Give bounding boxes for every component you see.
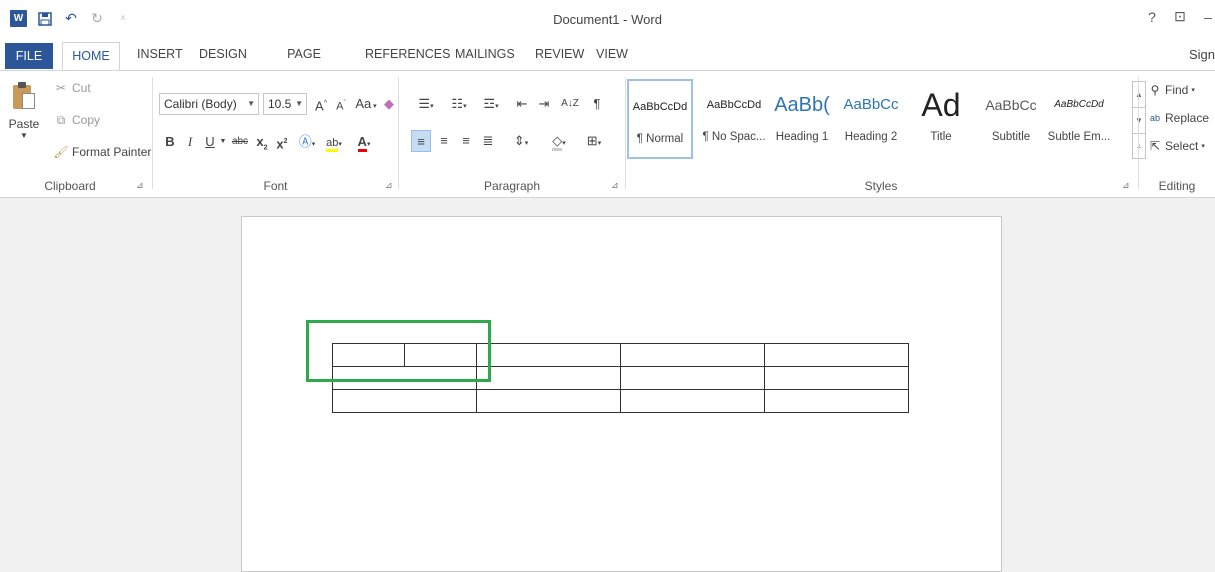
clipboard-group: Paste ▼ ✂ Cut ⧉ Copy 🖌 Format Painter Cl…: [0, 71, 152, 195]
borders-icon[interactable]: ⊞▾: [579, 130, 609, 152]
align-left-icon[interactable]: ≡: [411, 130, 431, 152]
window-controls: ? ⊡ –: [1145, 8, 1215, 25]
format-painter-button[interactable]: 🖌 Format Painter: [53, 145, 152, 159]
decrease-indent-icon[interactable]: ⇤: [512, 93, 532, 115]
table-cell[interactable]: [620, 343, 765, 367]
font-size-value: 10.5: [268, 97, 292, 111]
chevron-down-icon: ▼: [295, 99, 303, 108]
change-case-button[interactable]: Aa ▾: [353, 93, 379, 115]
document-title: Document1 - Word: [553, 12, 662, 27]
increase-indent-icon[interactable]: ⇥: [534, 93, 554, 115]
paste-label: Paste: [8, 117, 40, 131]
chevron-down-icon: ▼: [247, 99, 255, 108]
tab-design[interactable]: DESIGN: [199, 38, 247, 70]
scissors-icon: ✂: [55, 81, 67, 95]
paragraph-group: ☰▾ ☷▾ ☲▾ ⇤ ⇥ A↓Z ¶ ≡ ≡ ≡ ≣ ⇕▾ ◇▾ ⊞▾ Para…: [399, 71, 625, 195]
underline-button[interactable]: U: [203, 131, 217, 153]
ribbon-home: Paste ▼ ✂ Cut ⧉ Copy 🖌 Format Painter Cl…: [0, 70, 1215, 198]
strikethrough-button[interactable]: abc: [229, 131, 251, 153]
minimize-icon[interactable]: –: [1201, 9, 1215, 25]
tab-page-layout[interactable]: PAGE LAYOUT: [266, 38, 342, 93]
numbering-icon[interactable]: ☷▾: [444, 93, 474, 115]
show-formatting-icon[interactable]: ¶: [589, 93, 605, 115]
tab-home[interactable]: HOME: [62, 42, 120, 71]
table-row: [332, 389, 909, 413]
highlight-color-icon[interactable]: ab▾: [321, 131, 347, 153]
paste-dropdown-icon[interactable]: ▼: [8, 131, 40, 140]
line-spacing-icon[interactable]: ⇕▾: [507, 130, 535, 152]
tab-insert[interactable]: INSERT: [137, 38, 183, 70]
table-cell[interactable]: [476, 389, 621, 413]
format-painter-label: Format Painter: [72, 145, 152, 159]
sort-icon[interactable]: A↓Z: [559, 93, 581, 115]
text-effects-icon[interactable]: Ⓐ▾: [296, 131, 318, 153]
tab-view[interactable]: VIEW: [596, 38, 628, 70]
bold-button[interactable]: B: [163, 131, 177, 153]
styles-launcher-icon[interactable]: ⊿: [1122, 180, 1130, 191]
shrink-font-button[interactable]: Aˇ: [333, 93, 349, 115]
subscript-button[interactable]: x2: [254, 131, 270, 153]
sign-in-link[interactable]: Sign: [1189, 47, 1215, 62]
clipboard-label: Clipboard: [44, 179, 96, 193]
font-group: Calibri (Body) ▼ 10.5 ▼ A^ Aˇ Aa ▾ ◆ B I…: [153, 71, 398, 195]
superscript-button[interactable]: x2: [274, 131, 290, 153]
font-size-combo[interactable]: 10.5 ▼: [263, 93, 307, 115]
styles-group: Styles ⊿: [626, 71, 1136, 195]
font-color-icon[interactable]: A▾: [351, 131, 377, 153]
table-cell[interactable]: [764, 389, 909, 413]
tab-review[interactable]: REVIEW: [535, 38, 584, 70]
paintbrush-icon: 🖌: [53, 145, 69, 159]
editing-label: Editing: [1158, 179, 1196, 193]
justify-icon[interactable]: ≣: [478, 130, 498, 152]
paragraph-launcher-icon[interactable]: ⊿: [611, 180, 619, 191]
table-cell[interactable]: [476, 343, 621, 367]
copy-label: Copy: [72, 113, 101, 127]
copy-button[interactable]: ⧉ Copy: [54, 112, 101, 128]
font-name-combo[interactable]: Calibri (Body) ▼: [159, 93, 259, 115]
font-name-value: Calibri (Body): [164, 97, 237, 111]
font-label: Font: [263, 179, 288, 193]
ribbon-tabs: FILE HOME INSERT DESIGN PAGE LAYOUT REFE…: [0, 38, 1215, 93]
shading-icon[interactable]: ◇▾: [544, 130, 574, 152]
multilevel-list-icon[interactable]: ☲▾: [476, 93, 506, 115]
cut-label: Cut: [72, 81, 91, 95]
italic-button[interactable]: I: [183, 131, 197, 153]
help-icon[interactable]: ?: [1145, 9, 1159, 25]
table-cell[interactable]: [620, 389, 765, 413]
tab-references[interactable]: REFERENCES: [365, 38, 450, 70]
tab-mailings[interactable]: MAILINGS: [455, 38, 515, 70]
paragraph-label: Paragraph: [483, 179, 541, 193]
table-cell[interactable]: [476, 366, 621, 390]
editing-group: Editing: [1139, 71, 1215, 195]
ribbon-display-icon[interactable]: ⊡: [1173, 8, 1187, 25]
table-cell[interactable]: [764, 366, 909, 390]
underline-dropdown-icon[interactable]: ▼: [219, 131, 227, 153]
align-center-icon[interactable]: ≡: [434, 130, 454, 152]
copy-icon: ⧉: [56, 112, 66, 127]
table-cell[interactable]: [620, 366, 765, 390]
font-launcher-icon[interactable]: ⊿: [385, 180, 393, 191]
title-bar: W ↶ ↻ ⩡ Document1 - Word ? ⊡ –: [0, 0, 1215, 38]
paste-button[interactable]: Paste ▼: [8, 81, 40, 140]
table-cell[interactable]: [764, 343, 909, 367]
paste-icon: [11, 81, 37, 111]
grow-font-button[interactable]: A^: [313, 93, 329, 115]
cut-button[interactable]: ✂ Cut: [54, 81, 91, 95]
tab-file[interactable]: FILE: [5, 43, 53, 69]
clear-formatting-icon[interactable]: ◆: [381, 93, 397, 115]
table-cell[interactable]: [332, 389, 477, 413]
align-right-icon[interactable]: ≡: [456, 130, 476, 152]
bullets-icon[interactable]: ☰▾: [411, 93, 441, 115]
styles-label: Styles: [864, 179, 898, 193]
annotation-highlight-box: [306, 320, 491, 382]
clipboard-launcher-icon[interactable]: ⊿: [136, 180, 144, 191]
